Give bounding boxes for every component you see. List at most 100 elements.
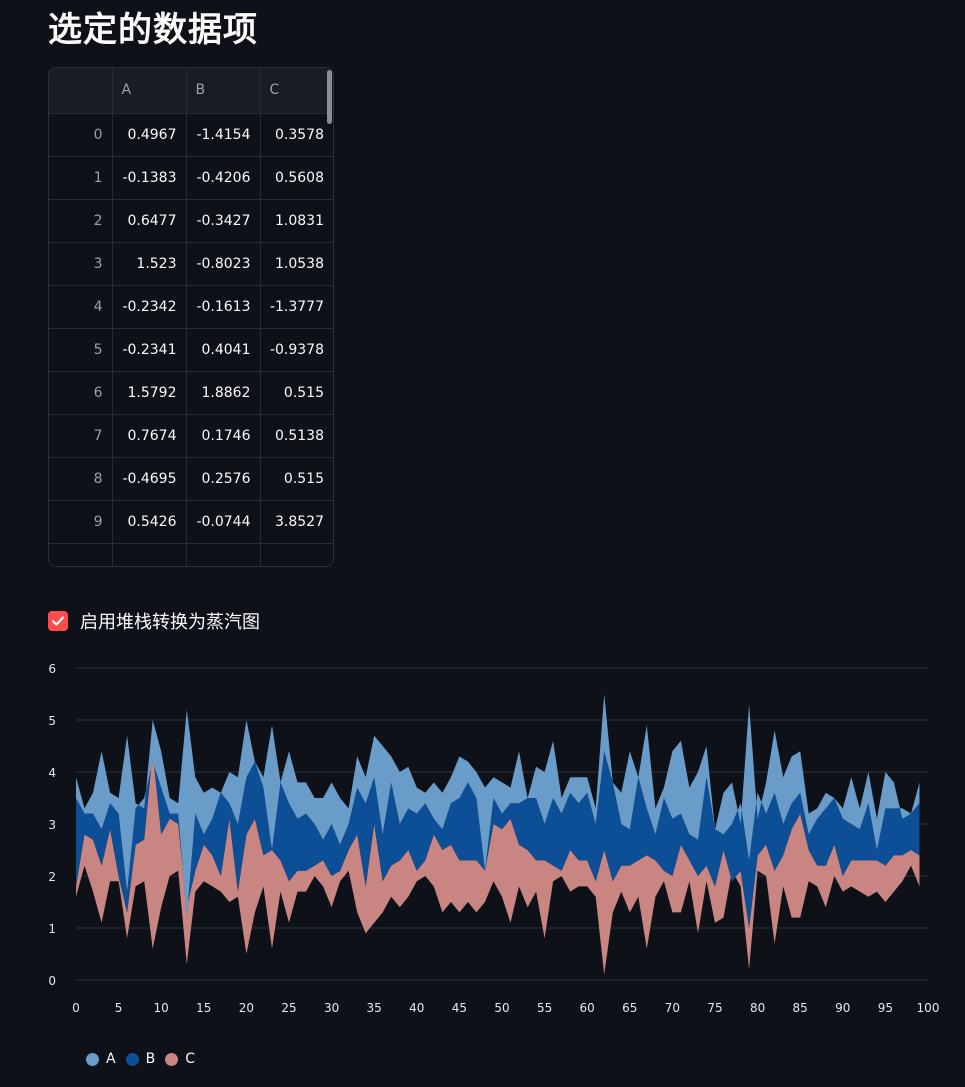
table-cell[interactable]: 0.3578 <box>260 113 333 157</box>
legend-swatch-c <box>165 1052 179 1066</box>
legend-swatch-a <box>86 1052 99 1066</box>
x-tick-label: 60 <box>580 1001 595 1015</box>
table-cell[interactable]: -0.9378 <box>260 328 333 372</box>
table-row: 4 -0.2342 -0.1613 -1.3777 <box>49 285 333 329</box>
table-cell[interactable]: -0.4695 <box>112 457 187 501</box>
row-index: 6 <box>49 371 113 415</box>
x-tick-label: 100 <box>917 1001 940 1015</box>
x-tick-label: 45 <box>452 1001 467 1015</box>
table-cell[interactable]: 0.2576 <box>186 457 261 501</box>
table-cell[interactable] <box>112 543 187 566</box>
y-tick-label: 1 <box>48 922 56 936</box>
x-tick-label: 30 <box>324 1001 339 1015</box>
chart-legend: A B C <box>86 1051 205 1067</box>
x-tick-label: 25 <box>281 1001 296 1015</box>
table-row-partial <box>49 543 333 566</box>
checkbox-label: 启用堆栈转换为蒸汽图 <box>80 612 260 633</box>
table-cell[interactable]: 0.515 <box>260 457 333 501</box>
row-index: 9 <box>49 500 113 544</box>
row-index: 1 <box>49 156 113 200</box>
table-cell[interactable]: 0.5426 <box>112 500 187 544</box>
table-cell[interactable]: 0.5608 <box>260 156 333 200</box>
table-cell[interactable]: -0.2341 <box>112 328 187 372</box>
x-tick-label: 5 <box>115 1001 123 1015</box>
legend-label-c: C <box>185 1051 195 1067</box>
x-tick-label: 85 <box>793 1001 808 1015</box>
table-cell[interactable]: 3.8527 <box>260 500 333 544</box>
row-index <box>49 543 113 566</box>
table-cell[interactable]: -0.4206 <box>186 156 261 200</box>
page-title: 选定的数据项 <box>48 10 258 50</box>
index-column-header[interactable] <box>49 68 113 114</box>
table-cell[interactable]: 0.4041 <box>186 328 261 372</box>
table-cell[interactable]: 0.5138 <box>260 414 333 458</box>
table-cell[interactable]: 0.1746 <box>186 414 261 458</box>
legend-item-a[interactable]: A <box>86 1051 116 1067</box>
table-cell[interactable]: 0.515 <box>260 371 333 415</box>
row-index: 7 <box>49 414 113 458</box>
x-tick-label: 95 <box>878 1001 893 1015</box>
table-cell[interactable]: 0.6477 <box>112 199 187 243</box>
row-index: 8 <box>49 457 113 501</box>
row-index: 5 <box>49 328 113 372</box>
table-cell[interactable]: 1.5792 <box>112 371 187 415</box>
table-row: 5 -0.2341 0.4041 -0.9378 <box>49 328 333 372</box>
legend-item-b[interactable]: B <box>125 1051 155 1067</box>
x-tick-label: 15 <box>196 1001 211 1015</box>
column-header-a[interactable]: A <box>112 68 187 114</box>
table-scrollbar[interactable] <box>327 70 332 124</box>
table-header-row: A B C <box>49 68 333 114</box>
x-tick-label: 70 <box>665 1001 680 1015</box>
table-row: 1 -0.1383 -0.4206 0.5608 <box>49 156 333 200</box>
table-row: 9 0.5426 -0.0744 3.8527 <box>49 500 333 544</box>
table-cell[interactable]: 0.7674 <box>112 414 187 458</box>
row-index: 4 <box>49 285 113 329</box>
checkbox-checked[interactable] <box>48 611 68 631</box>
table-cell[interactable]: -1.3777 <box>260 285 333 329</box>
table-row: 7 0.7674 0.1746 0.5138 <box>49 414 333 458</box>
table-cell[interactable]: -0.1613 <box>186 285 261 329</box>
table-cell[interactable]: -0.0744 <box>186 500 261 544</box>
x-tick-label: 55 <box>537 1001 552 1015</box>
table-cell[interactable]: 1.0538 <box>260 242 333 286</box>
table-row: 8 -0.4695 0.2576 0.515 <box>49 457 333 501</box>
table-cell[interactable]: -0.1383 <box>112 156 187 200</box>
x-tick-label: 80 <box>750 1001 765 1015</box>
table-cell[interactable]: 1.523 <box>112 242 187 286</box>
table-cell[interactable]: -0.2342 <box>112 285 187 329</box>
table-cell[interactable]: -0.3427 <box>186 199 261 243</box>
checkmark-icon <box>51 616 65 626</box>
table-cell[interactable]: 0.4967 <box>112 113 187 157</box>
legend-swatch-b <box>125 1052 139 1066</box>
table-cell[interactable]: -0.8023 <box>186 242 261 286</box>
table-row: 3 1.523 -0.8023 1.0538 <box>49 242 333 286</box>
y-tick-label: 3 <box>48 818 56 832</box>
table-cell[interactable] <box>260 543 333 566</box>
y-tick-label: 6 <box>48 662 56 676</box>
streamgraph-chart[interactable]: 01234560 5 10 15 20 25 30 35 40 45 50 55 60 65 70 75 80 8… <box>0 650 965 1040</box>
x-tick-label: 35 <box>367 1001 382 1015</box>
row-index: 3 <box>49 242 113 286</box>
data-table: A B C 0 0.4967 -1.4154 0.3578 1 -0.1383 -0.42… <box>49 68 333 566</box>
y-tick-label: 2 <box>48 870 56 884</box>
row-index: 2 <box>49 199 113 243</box>
dataframe-table[interactable]: A B C 0 0.4967 -1.4154 0.3578 1 -0.1383 -0.42… <box>48 67 334 567</box>
legend-item-c[interactable]: C <box>165 1051 195 1067</box>
x-tick-label: 10 <box>154 1001 169 1015</box>
table-row: 0 0.4967 -1.4154 0.3578 <box>49 113 333 157</box>
column-header-b[interactable]: B <box>186 68 261 114</box>
table-cell[interactable]: 1.8862 <box>186 371 261 415</box>
y-tick-label: 5 <box>48 714 56 728</box>
legend-label-a: A <box>106 1051 116 1067</box>
table-row: 2 0.6477 -0.3427 1.0831 <box>49 199 333 243</box>
table-row: 6 1.5792 1.8862 0.515 <box>49 371 333 415</box>
y-tick-label: 4 <box>48 766 56 780</box>
x-tick-label: 20 <box>239 1001 254 1015</box>
table-cell[interactable]: -1.4154 <box>186 113 261 157</box>
table-cell[interactable]: 1.0831 <box>260 199 333 243</box>
x-tick-label: 0 <box>72 1001 80 1015</box>
column-header-c[interactable]: C <box>260 68 333 114</box>
x-tick-label: 65 <box>622 1001 637 1015</box>
table-cell[interactable] <box>186 543 261 566</box>
streamgraph-toggle[interactable]: 启用堆栈转换为蒸汽图 <box>48 608 260 634</box>
